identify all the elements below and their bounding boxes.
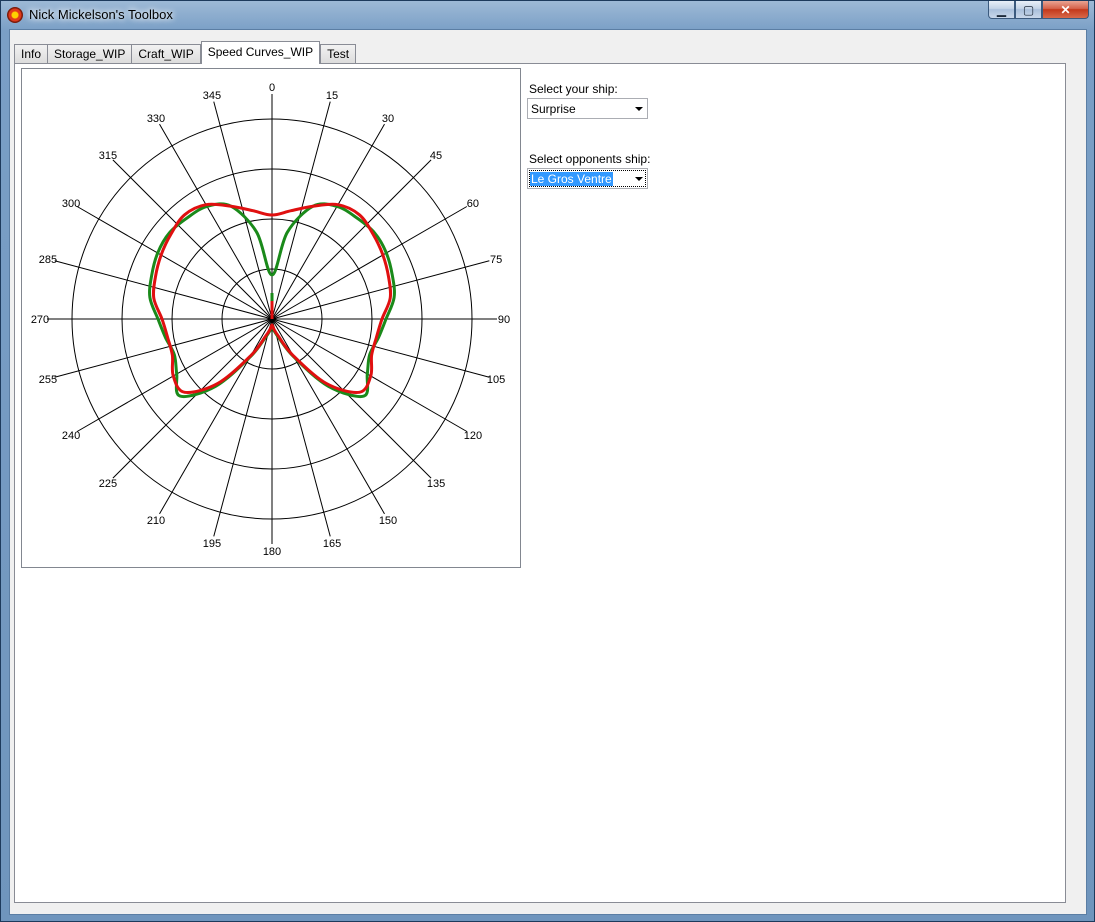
angle-tick-label: 45 [430,150,442,162]
angle-tick-label: 315 [99,150,117,162]
speed-curve-plot: 0 15 30 45 60 75 90 105 120 135 150 165 180 195 210 225… [21,68,521,568]
minimize-button[interactable]: ▁ [988,1,1015,19]
angle-tick-label: 0 [269,82,275,94]
angle-tick-label: 15 [326,90,338,102]
caption-buttons: ▁ ▢ ✕ [988,1,1089,21]
close-button[interactable]: ✕ [1042,1,1089,19]
tab-test[interactable]: Test [320,44,357,64]
close-icon: ✕ [1060,2,1071,17]
angle-tick-label: 90 [498,314,510,326]
polar-spoke [54,260,273,320]
angle-tick-label: 255 [39,374,57,386]
angle-tick-label: 330 [147,113,165,125]
tab-speed-curves-wip[interactable]: Speed Curves_WIP [200,41,321,64]
polar-spoke [271,260,490,320]
chevron-down-icon [635,107,643,111]
opponent-ship-select[interactable]: Le Gros Ventre [527,168,648,189]
tab-craft-wip[interactable]: Craft_WIP [131,44,201,64]
title-bar[interactable]: Nick Mickelson's Toolbox ▁ ▢ ✕ [1,1,1094,28]
your-ship-value: Surprise [531,102,576,116]
opponent-ship-value: Le Gros Ventre [530,172,613,186]
angle-tick-label: 210 [147,515,165,527]
polar-spoke [271,318,331,537]
tab-storage-wip[interactable]: Storage_WIP [47,44,133,64]
polar-spoke [271,318,432,479]
chevron-down-icon [635,177,643,181]
app-window: Nick Mickelson's Toolbox ▁ ▢ ✕ Info Stor… [0,0,1095,922]
client-area: Info Storage_WIP Craft_WIP Speed Curves_… [9,29,1087,915]
speed-curves-tab-page: 0 15 30 45 60 75 90 105 120 135 150 165 180 195 210 225… [14,63,1066,903]
polar-spoke [112,159,273,320]
angle-tick-label: 285 [39,254,57,266]
angle-tick-label: 135 [427,478,445,490]
angle-tick-label: 180 [263,546,281,558]
window-title: Nick Mickelson's Toolbox [29,7,173,22]
angle-tick-label: 240 [62,430,80,442]
angle-tick-label: 195 [203,538,221,550]
maximize-button[interactable]: ▢ [1015,1,1042,19]
angle-tick-label: 165 [323,538,341,550]
tab-strip: Info Storage_WIP Craft_WIP Speed Curves_… [14,41,357,64]
angle-tick-label: 105 [487,374,505,386]
angle-tick-label: 60 [467,198,479,210]
maximize-icon: ▢ [1022,2,1035,17]
angle-tick-label: 270 [31,314,49,326]
app-logo-icon [7,7,23,23]
polar-spoke [271,159,432,320]
opponent-ship-label: Select opponents ship: [529,152,651,166]
angle-tick-label: 150 [379,515,397,527]
angle-tick-label: 345 [203,90,221,102]
your-ship-label: Select your ship: [529,82,618,96]
angle-tick-label: 120 [464,430,482,442]
angle-tick-label: 30 [382,113,394,125]
minimize-icon: ▁ [996,2,1007,17]
polar-spoke [112,318,273,479]
tab-info[interactable]: Info [14,44,49,64]
polar-chart-svg: 0 15 30 45 60 75 90 105 120 135 150 165 180 195 210 225… [31,82,510,558]
your-ship-select[interactable]: Surprise [527,98,648,119]
polar-spoke [213,101,273,320]
polar-spoke [213,318,273,537]
angle-tick-label: 225 [99,478,117,490]
angle-tick-label: 75 [490,254,502,266]
angle-tick-label: 300 [62,198,80,210]
polar-spoke [271,101,331,320]
